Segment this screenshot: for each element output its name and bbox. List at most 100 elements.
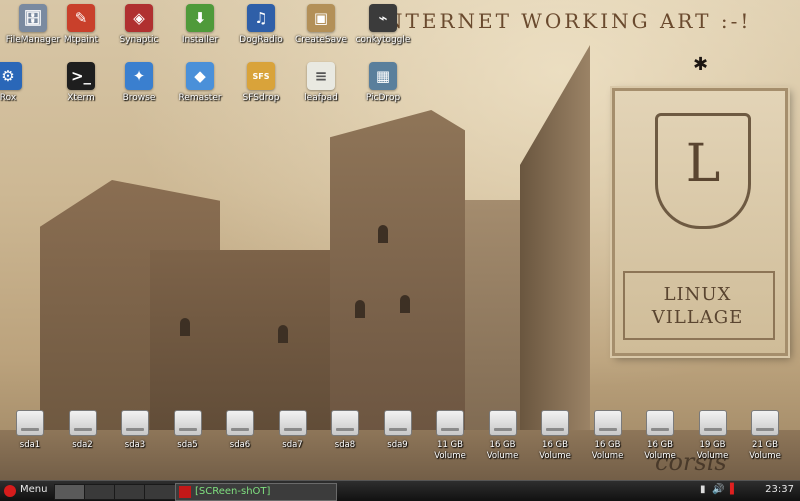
icon-glyph: ⬇ (193, 9, 207, 27)
drive-icon-2[interactable]: sda3 (110, 410, 160, 451)
network-icon[interactable]: ▌ (730, 484, 738, 495)
drive-label: sda6 (229, 440, 251, 450)
icon-glyph: SFS (252, 71, 270, 81)
launcher-browse[interactable]: ✦ Browse (106, 62, 172, 118)
wallpaper-window (180, 318, 190, 336)
launcher-picdrop[interactable]: ▦ PicDrop (350, 62, 416, 118)
launcher-label: Remaster (178, 93, 222, 103)
launcher-label: Installer (181, 35, 219, 45)
drive-icon-7[interactable]: sda9 (373, 410, 423, 451)
icon-glyph: >_ (70, 67, 92, 85)
icon-glyph: ≡ (314, 67, 328, 85)
task-title: [SCReen-shOT] (195, 486, 271, 497)
save-box-icon: ▣ (307, 4, 335, 32)
compass-icon: ✦ (125, 62, 153, 90)
desktop[interactable]: NTERNET WORKING ART :-! ✱ L LINUX VILLAG… (0, 0, 800, 480)
drive-label: 16 GB Volume (644, 440, 676, 461)
drive-label: sda3 (124, 440, 146, 450)
installer-icon: ⬇ (186, 4, 214, 32)
launcher-dogradio[interactable]: ♫ DogRadio (228, 4, 294, 60)
drive-label: sda7 (282, 440, 303, 450)
drive-label: 21 GB Volume (749, 440, 781, 461)
spider-icon: ✱ (693, 54, 709, 75)
launcher-remaster[interactable]: ◆ Remaster (167, 62, 233, 118)
menu-button[interactable]: Menu (2, 483, 50, 499)
drive-icon-11[interactable]: 16 GB Volume (583, 410, 633, 462)
drive-slot (703, 428, 722, 431)
launcher-label: leafpad (304, 93, 338, 103)
launcher-label: Xterm (67, 93, 95, 103)
launcher-label: Rox (0, 93, 17, 103)
drive-label: sda2 (72, 440, 93, 450)
hard-drive-icon (68, 410, 97, 436)
monitor-graph-icon: ⌁ (369, 4, 397, 32)
hard-drive-icon (16, 410, 44, 436)
drive-icon-0[interactable]: sda1 (5, 410, 55, 451)
battery-icon[interactable]: ▮ (700, 484, 706, 495)
volume-icon[interactable]: 🔊 (712, 484, 724, 495)
hard-drive-icon (751, 410, 779, 436)
launcher-xterm[interactable]: >_ Xterm (48, 62, 114, 118)
launcher-installer[interactable]: ⬇ Installer (167, 4, 233, 60)
workspace-3[interactable] (114, 484, 146, 500)
hard-drive-icon (383, 410, 412, 436)
drive-icon-9[interactable]: 16 GB Volume (478, 410, 528, 462)
taskbar-window-button[interactable]: [SCReen-shOT] (175, 483, 337, 501)
launcher-label: Mtpaint (63, 35, 99, 45)
drive-icon-10[interactable]: 16 GB Volume (530, 410, 580, 462)
launcher-label: Browse (122, 93, 156, 103)
picture-icon: ▦ (369, 62, 397, 90)
launcher-rox[interactable]: ⚙ Rox (0, 62, 28, 118)
icon-glyph: ◆ (194, 67, 206, 85)
drive-icon-8[interactable]: 11 GB Volume (425, 410, 475, 462)
drive-icon-14[interactable]: 21 GB Volume (740, 410, 790, 462)
notepad-icon: ≡ (307, 62, 335, 90)
drive-label: 16 GB Volume (486, 440, 519, 461)
wallpaper-window (400, 295, 410, 313)
drive-slot (441, 428, 459, 431)
icon-glyph: ✎ (74, 9, 88, 27)
launcher-createsave[interactable]: ▣ CreateSave (288, 4, 354, 60)
drive-icon-4[interactable]: sda6 (215, 410, 265, 451)
drive-slot (126, 428, 144, 431)
hard-drive-icon (436, 410, 464, 436)
workspace-1[interactable] (54, 484, 86, 500)
hard-drive-icon (488, 410, 517, 436)
drive-icon-1[interactable]: sda2 (58, 410, 108, 451)
drive-label: sda9 (387, 440, 408, 450)
icon-glyph: ◈ (133, 9, 145, 27)
launcher-conkytoggle[interactable]: ⌁ conkytoggle (350, 4, 416, 60)
launcher-label: conkytoggle (355, 35, 411, 45)
sfs-package-icon: SFS (247, 62, 275, 90)
hard-drive-icon (121, 410, 149, 436)
clock[interactable]: 23:37 (765, 484, 794, 495)
drive-icon-6[interactable]: sda8 (320, 410, 370, 451)
menu-label: Menu (20, 484, 48, 495)
drive-icon-13[interactable]: 19 GB Volume (688, 410, 738, 462)
icon-glyph: ▣ (313, 9, 329, 27)
launcher-sfsdrop[interactable]: SFS SFSdrop (228, 62, 294, 118)
wallpaper-building (520, 45, 590, 445)
launcher-leafpad[interactable]: ≡ leafpad (288, 62, 354, 118)
workspace-4[interactable] (144, 484, 176, 500)
drive-label: 16 GB Volume (591, 440, 624, 461)
plaque-line-2: VILLAGE (651, 307, 744, 328)
drive-label: 16 GB Volume (539, 440, 571, 461)
drive-slot (756, 428, 774, 431)
plaque-line-1: LINUX (663, 284, 732, 305)
rox-gear-icon: ⚙ (0, 62, 22, 90)
drive-icon-5[interactable]: sda7 (268, 410, 318, 451)
icon-glyph: ♫ (254, 9, 268, 27)
drive-icon-12[interactable]: 16 GB Volume (635, 410, 685, 462)
launcher-synaptic[interactable]: ◈ Synaptic (106, 4, 172, 60)
icon-glyph: ⌁ (378, 9, 388, 27)
workspace-2[interactable] (84, 484, 116, 500)
icon-glyph: 🗄 (23, 9, 43, 27)
wallpaper-window (278, 325, 288, 343)
hard-drive-icon (226, 410, 254, 436)
wallpaper-plaque: L LINUX VILLAGE (612, 88, 788, 356)
drive-slot (598, 428, 617, 431)
menu-icon (4, 485, 16, 497)
launcher-mtpaint[interactable]: ✎ Mtpaint (48, 4, 114, 60)
drive-icon-3[interactable]: sda5 (163, 410, 213, 451)
